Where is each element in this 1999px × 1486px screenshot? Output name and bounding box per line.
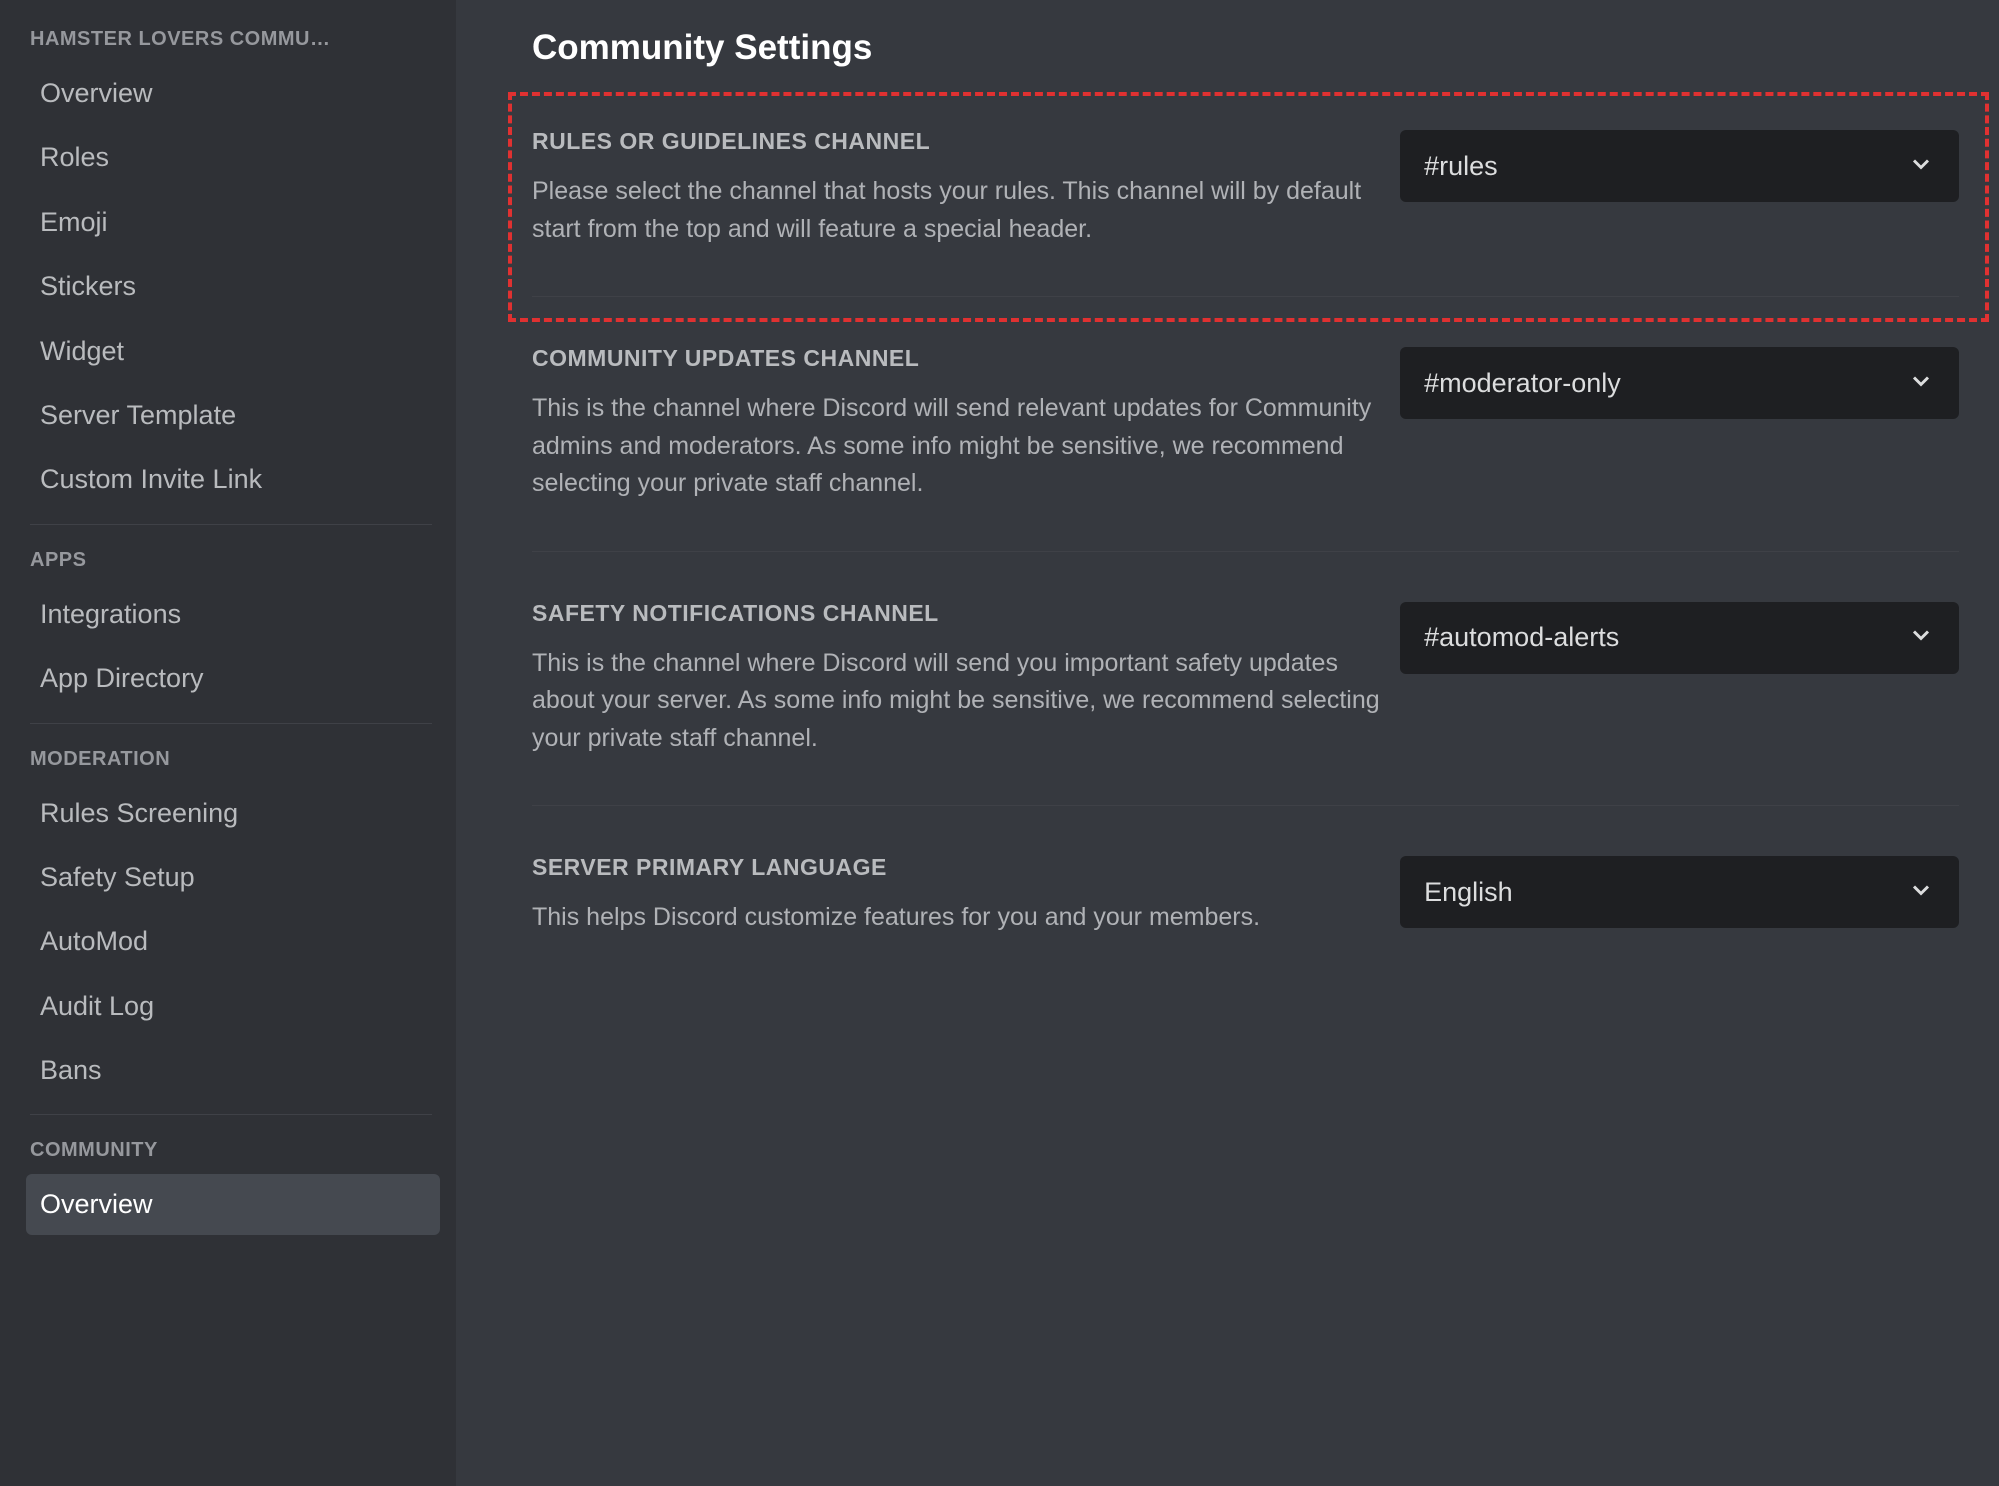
content-divider — [532, 551, 1959, 552]
rules-channel-select[interactable]: #rules — [1400, 130, 1959, 202]
setting-server-primary-language: SERVER PRIMARY LANGUAGE This helps Disco… — [532, 854, 1999, 937]
setting-description: This is the channel where Discord will s… — [532, 645, 1380, 758]
setting-text: RULES OR GUIDELINES CHANNEL Please selec… — [532, 128, 1400, 248]
sidebar-divider — [30, 723, 432, 724]
chevron-down-icon — [1907, 876, 1935, 909]
setting-title: SAFETY NOTIFICATIONS CHANNEL — [532, 600, 1380, 627]
select-value: #automod-alerts — [1424, 622, 1619, 653]
select-value: #moderator-only — [1424, 368, 1621, 399]
sidebar-item-integrations[interactable]: Integrations — [26, 584, 440, 644]
sidebar-item-widget[interactable]: Widget — [26, 321, 440, 381]
sidebar-item-overview[interactable]: Overview — [26, 63, 440, 123]
sidebar-divider — [30, 524, 432, 525]
setting-text: SERVER PRIMARY LANGUAGE This helps Disco… — [532, 854, 1400, 937]
sidebar-divider — [30, 1114, 432, 1115]
setting-text: COMMUNITY UPDATES CHANNEL This is the ch… — [532, 345, 1400, 503]
setting-safety-notifications-channel: SAFETY NOTIFICATIONS CHANNEL This is the… — [532, 600, 1999, 758]
setting-community-updates-channel: COMMUNITY UPDATES CHANNEL This is the ch… — [532, 345, 1999, 503]
chevron-down-icon — [1907, 367, 1935, 400]
page-title: Community Settings — [532, 28, 1999, 68]
sidebar-section-moderation: MODERATION — [26, 742, 440, 783]
sidebar-item-stickers[interactable]: Stickers — [26, 256, 440, 316]
sidebar-section-apps: APPS — [26, 543, 440, 584]
community-updates-channel-select[interactable]: #moderator-only — [1400, 347, 1959, 419]
setting-text: SAFETY NOTIFICATIONS CHANNEL This is the… — [532, 600, 1400, 758]
sidebar-item-audit-log[interactable]: Audit Log — [26, 976, 440, 1036]
sidebar-item-app-directory[interactable]: App Directory — [26, 648, 440, 708]
select-value: #rules — [1424, 151, 1498, 182]
select-value: English — [1424, 877, 1513, 908]
app-root: HAMSTER LOVERS COMMU… Overview Roles Emo… — [0, 0, 1999, 1486]
sidebar-item-community-overview[interactable]: Overview — [26, 1174, 440, 1234]
content-divider — [532, 296, 1959, 297]
setting-description: This is the channel where Discord will s… — [532, 390, 1380, 503]
setting-title: RULES OR GUIDELINES CHANNEL — [532, 128, 1380, 155]
content-divider — [532, 805, 1959, 806]
sidebar-item-automod[interactable]: AutoMod — [26, 911, 440, 971]
setting-title: SERVER PRIMARY LANGUAGE — [532, 854, 1380, 881]
server-name-header: HAMSTER LOVERS COMMU… — [26, 28, 440, 63]
sidebar-item-rules-screening[interactable]: Rules Screening — [26, 783, 440, 843]
setting-rules-channel: RULES OR GUIDELINES CHANNEL Please selec… — [532, 128, 1999, 248]
sidebar-item-custom-invite-link[interactable]: Custom Invite Link — [26, 449, 440, 509]
sidebar-item-safety-setup[interactable]: Safety Setup — [26, 847, 440, 907]
sidebar-item-server-template[interactable]: Server Template — [26, 385, 440, 445]
setting-description: This helps Discord customize features fo… — [532, 899, 1380, 937]
sidebar-item-roles[interactable]: Roles — [26, 127, 440, 187]
server-primary-language-select[interactable]: English — [1400, 856, 1959, 928]
chevron-down-icon — [1907, 150, 1935, 183]
chevron-down-icon — [1907, 621, 1935, 654]
sidebar-section-community: COMMUNITY — [26, 1133, 440, 1174]
main-content: Community Settings RULES OR GUIDELINES C… — [456, 0, 1999, 1486]
setting-description: Please select the channel that hosts you… — [532, 173, 1380, 248]
sidebar-item-emoji[interactable]: Emoji — [26, 192, 440, 252]
safety-notifications-channel-select[interactable]: #automod-alerts — [1400, 602, 1959, 674]
setting-title: COMMUNITY UPDATES CHANNEL — [532, 345, 1380, 372]
settings-sidebar: HAMSTER LOVERS COMMU… Overview Roles Emo… — [0, 0, 456, 1486]
sidebar-item-bans[interactable]: Bans — [26, 1040, 440, 1100]
